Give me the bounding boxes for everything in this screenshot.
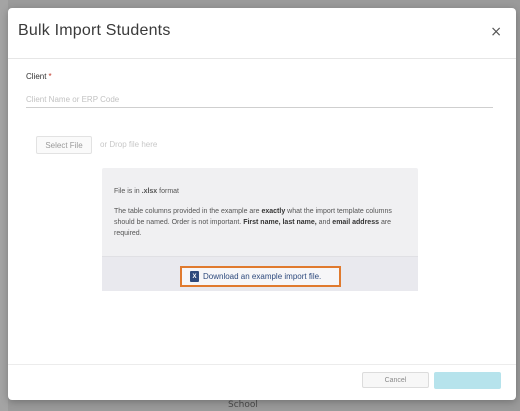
file-format-text: File is in .xlsx format [114,188,179,195]
instructions-part-1: The table columns provided in the exampl… [114,208,262,215]
select-file-button[interactable]: Select File [36,136,92,154]
download-section: X Download an example import file. [102,256,418,291]
download-link-text: Download an example import file. [203,272,322,281]
columns-instructions: The table columns provided in the exampl… [114,206,409,239]
format-extension: .xlsx [141,188,158,195]
download-example-link[interactable]: X Download an example import file. [180,266,341,287]
drop-file-text: or Drop file here [100,140,158,149]
cancel-button[interactable]: Cancel [362,372,429,388]
xlsx-file-icon: X [190,271,199,282]
import-info-panel: File is in .xlsx format The table column… [102,168,418,291]
instructions-bold-email: email address [332,219,379,226]
import-button[interactable] [434,372,501,389]
modal-footer: Cancel [8,364,516,400]
modal-header: Bulk Import Students × [8,8,516,59]
instructions-part-3: and [316,219,333,226]
client-label-text: Client [26,72,47,81]
close-icon[interactable]: × [490,24,502,40]
modal-title: Bulk Import Students [18,22,171,39]
client-input[interactable] [26,91,493,108]
client-label: Client * [26,72,52,81]
bulk-import-modal: Bulk Import Students × Client* Select Fi… [8,8,516,400]
instructions-bold-names: First name, last name, [243,219,317,226]
instructions-bold-exactly: exactly [261,208,286,215]
required-mark: * [48,72,52,81]
background-school-text: School [228,400,258,410]
format-prefix: File is in [114,188,142,195]
background-left-edge [0,0,8,411]
format-suffix: format [157,188,179,195]
